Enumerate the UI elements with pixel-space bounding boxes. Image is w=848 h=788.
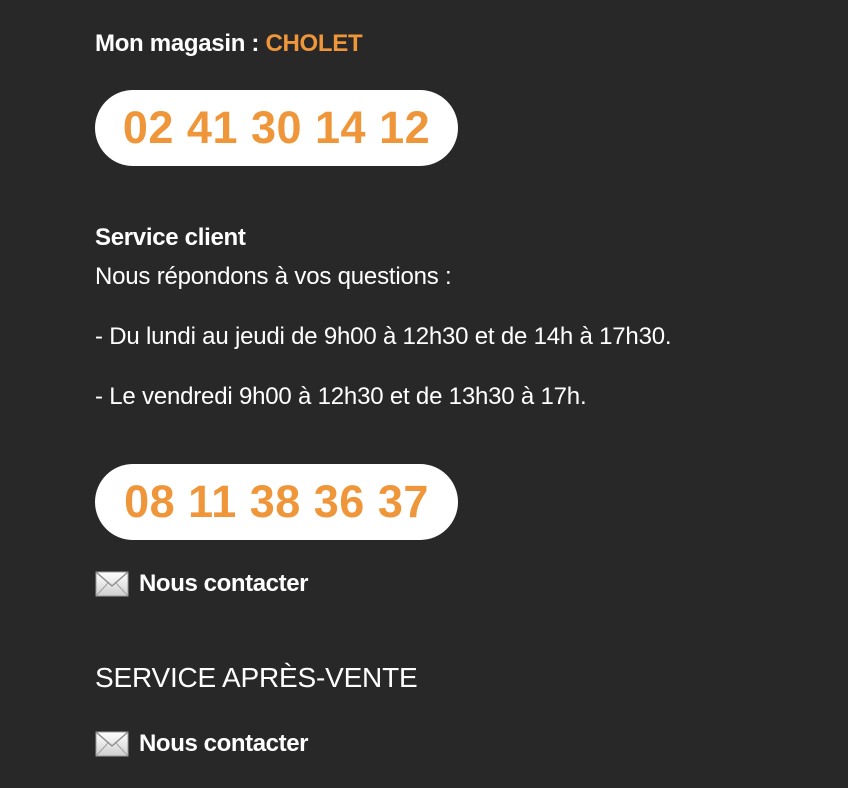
service-client-intro: Nous répondons à vos questions : (95, 263, 452, 290)
service-client-phone-number: 08 11 38 36 37 (124, 476, 429, 527)
envelope-icon (95, 571, 129, 597)
envelope-icon (95, 731, 129, 757)
service-hours-friday: - Le vendredi 9h00 à 12h30 et de 13h30 à… (95, 383, 587, 410)
service-client-phone-button[interactable]: 08 11 38 36 37 (95, 464, 458, 540)
store-phone-button[interactable]: 02 41 30 14 12 (95, 90, 458, 166)
store-heading: Mon magasin : CHOLET (95, 30, 363, 58)
contact-label: Nous contacter (139, 570, 309, 597)
service-client-title: Service client (95, 224, 246, 251)
contact-label: Nous contacter (139, 730, 309, 757)
after-sales-contact-link[interactable]: Nous contacter (95, 730, 309, 758)
service-hours-weekdays: - Du lundi au jeudi de 9h00 à 12h30 et d… (95, 323, 672, 350)
service-client-contact-link[interactable]: Nous contacter (95, 570, 309, 598)
after-sales-title: SERVICE APRÈS-VENTE (95, 662, 418, 693)
store-label: Mon magasin : (95, 30, 266, 57)
store-name[interactable]: CHOLET (265, 30, 362, 57)
store-phone-number: 02 41 30 14 12 (122, 102, 431, 153)
